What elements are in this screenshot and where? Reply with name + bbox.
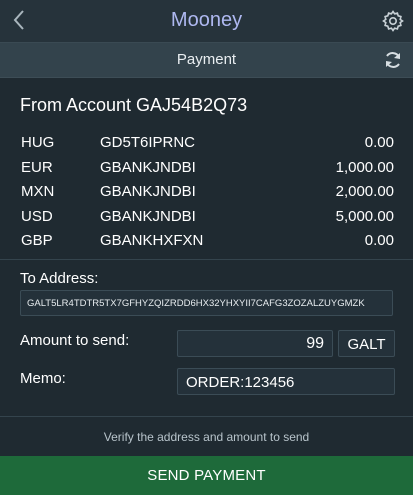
asset-selector[interactable]: GALT <box>338 330 395 357</box>
asset-balance: 1,000.00 <box>335 158 394 176</box>
from-account-title: From Account GAJ54B2Q73 <box>20 95 248 115</box>
asset-row: HUG GD5T6IPRNC 0.00 <box>20 134 395 159</box>
memo-label: Memo: <box>20 370 66 387</box>
amount-label: Amount to send: <box>20 332 130 349</box>
asset-code: HUG <box>21 134 55 151</box>
asset-issuer: GBANKHXFXN <box>100 232 204 249</box>
asset-code: EUR <box>21 158 53 176</box>
asset-code: USD <box>21 207 53 225</box>
amount-input[interactable]: 99 <box>177 330 333 357</box>
section-divider <box>0 416 413 417</box>
asset-issuer: GBANKJNDBI <box>100 183 196 200</box>
asset-balance: 0.00 <box>364 232 394 249</box>
asset-balance: 0.00 <box>364 134 394 151</box>
sub-header: Payment <box>0 43 413 78</box>
memo-input[interactable]: ORDER:123456 <box>177 368 395 395</box>
page-title: Payment <box>176 51 237 68</box>
asset-balance: 2,000.00 <box>335 183 394 200</box>
gear-icon <box>382 10 404 32</box>
asset-issuer: GBANKJNDBI <box>100 207 196 225</box>
to-address-input[interactable]: GALT5LR4TDTR5TX7GFHYZQIZRDD6HX32YHXYII7C… <box>20 290 393 316</box>
asset-issuer: GBANKJNDBI <box>100 158 196 176</box>
section-divider <box>0 259 413 260</box>
refresh-icon <box>386 52 400 68</box>
asset-row: MXN GBANKJNDBI 2,000.00 <box>20 183 395 208</box>
asset-issuer: GD5T6IPRNC <box>100 134 196 151</box>
asset-row: EUR GBANKJNDBI 1,000.00 <box>20 159 395 184</box>
asset-balance: 5,000.00 <box>335 207 394 225</box>
asset-row: GBP GBANKHXFXN 0.00 <box>20 232 395 257</box>
verify-hint: Verify the address and amount to send <box>103 430 310 444</box>
app-title: Mooney <box>170 9 243 31</box>
top-bar: Mooney <box>0 0 413 43</box>
asset-code: MXN <box>21 183 55 200</box>
asset-code: GBP <box>21 232 53 249</box>
asset-balance-list: HUG GD5T6IPRNC 0.00 EUR GBANKJNDBI 1,000… <box>20 134 395 257</box>
refresh-button[interactable] <box>383 50 403 70</box>
to-address-label: To Address: <box>20 270 99 287</box>
settings-button[interactable] <box>381 9 405 33</box>
asset-row: USD GBANKJNDBI 5,000.00 <box>20 208 395 233</box>
send-payment-button[interactable]: SEND PAYMENT <box>0 456 413 495</box>
